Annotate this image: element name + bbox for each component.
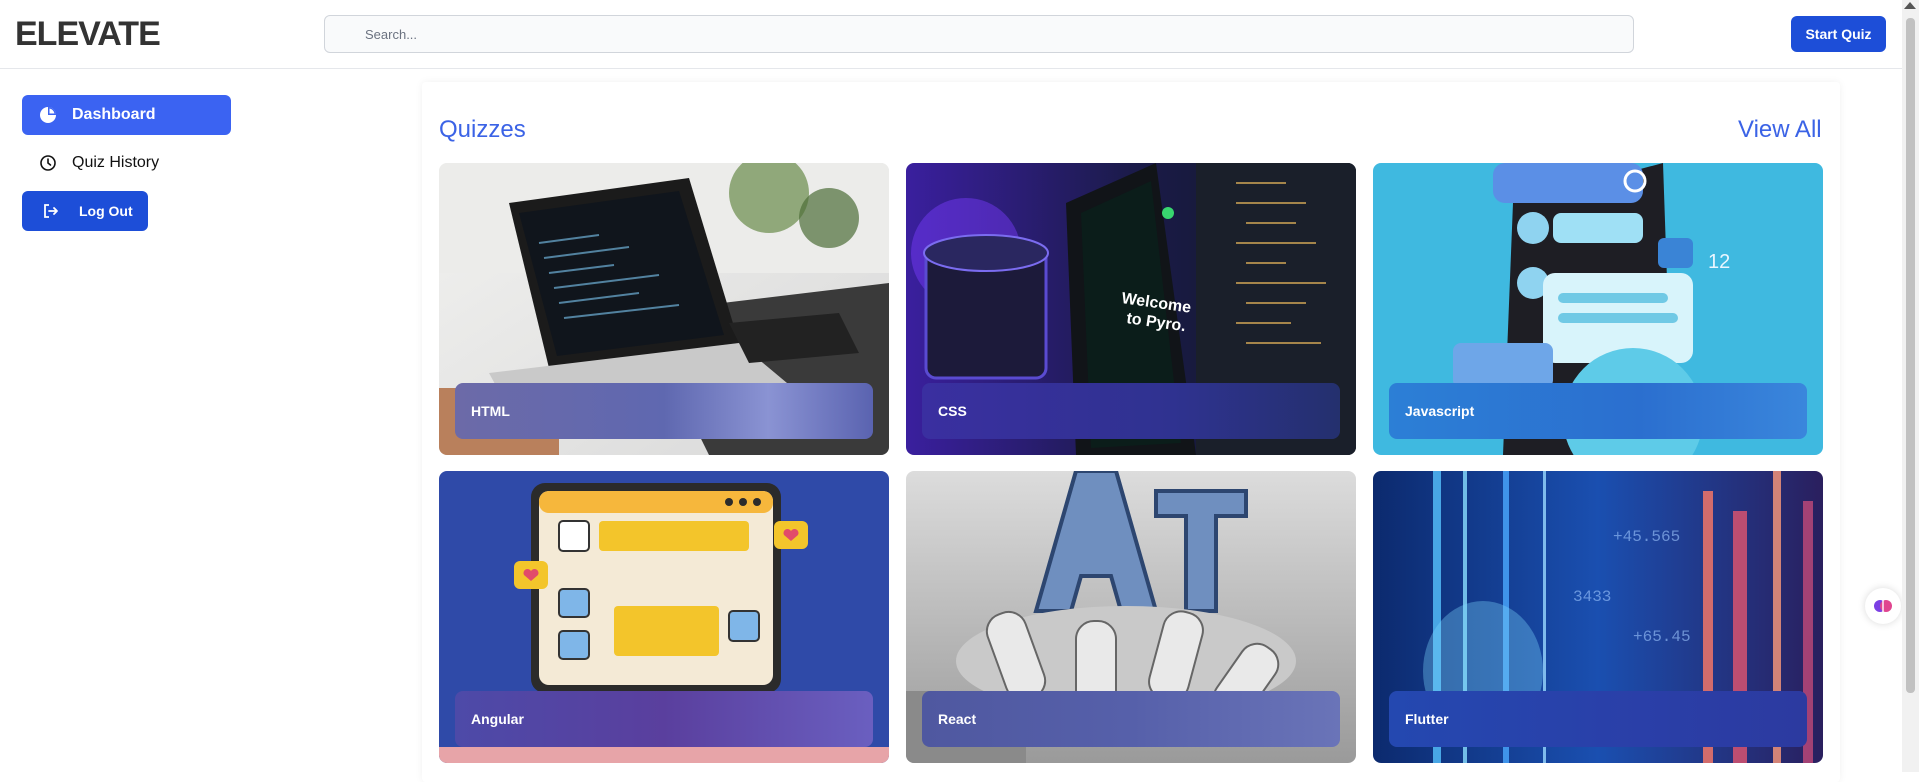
pie-chart-icon [38, 105, 58, 125]
svg-text:+65.45: +65.45 [1633, 628, 1691, 646]
scroll-up-arrow-icon[interactable] [1904, 2, 1916, 9]
quiz-card-label: Angular [455, 691, 873, 747]
sidebar-item-quiz-history[interactable]: Quiz History [22, 143, 231, 183]
card-title: CSS [938, 403, 967, 419]
quiz-card-label: CSS [922, 383, 1340, 439]
sidebar-item-label: Log Out [79, 203, 133, 219]
quiz-card-label: Javascript [1389, 383, 1807, 439]
card-title: Javascript [1405, 403, 1475, 419]
quiz-card-label: Flutter [1389, 691, 1807, 747]
search-bar[interactable] [324, 15, 1634, 53]
card-title: Angular [471, 711, 524, 727]
card-title: HTML [471, 403, 510, 419]
svg-text:3433: 3433 [1573, 588, 1611, 606]
start-quiz-button[interactable]: Start Quiz [1791, 16, 1886, 52]
svg-text:12: 12 [1708, 251, 1730, 273]
quiz-card-label: React [922, 691, 1340, 747]
section-title: Quizzes [439, 116, 526, 143]
view-all-link[interactable]: View All [1738, 116, 1822, 144]
quiz-card-javascript[interactable]: 12 Javascript [1373, 163, 1823, 455]
sidebar-item-dashboard[interactable]: Dashboard [22, 95, 231, 135]
quiz-card-angular[interactable]: Angular [439, 471, 889, 763]
quiz-card-flutter[interactable]: +45.565 +65.45 3433 Flutter [1373, 471, 1823, 763]
sidebar-item-label: Quiz History [72, 154, 160, 171]
clock-icon [38, 153, 58, 173]
quiz-card-css[interactable]: Welcome to Pyro. CSS [906, 163, 1356, 455]
logout-button[interactable]: Log Out [22, 191, 148, 231]
search-input[interactable] [325, 16, 1633, 52]
top-header: ELEVATE Start Quiz [0, 0, 1902, 69]
ai-assistant-button[interactable] [1865, 588, 1901, 624]
brain-icon [1874, 600, 1892, 612]
sidebar-item-label: Dashboard [72, 106, 156, 123]
quiz-card-html[interactable]: HTML [439, 163, 889, 455]
scrollbar-thumb[interactable] [1906, 18, 1915, 693]
quiz-card-label: HTML [455, 383, 873, 439]
logout-icon [41, 201, 61, 221]
elevate-logo[interactable]: ELEVATE [15, 15, 171, 51]
svg-text:+45.565: +45.565 [1613, 528, 1680, 546]
card-title: React [938, 711, 977, 727]
quiz-card-react[interactable]: React [906, 471, 1356, 763]
card-title: Flutter [1405, 711, 1449, 727]
svg-text:ELEVATE: ELEVATE [15, 15, 160, 51]
